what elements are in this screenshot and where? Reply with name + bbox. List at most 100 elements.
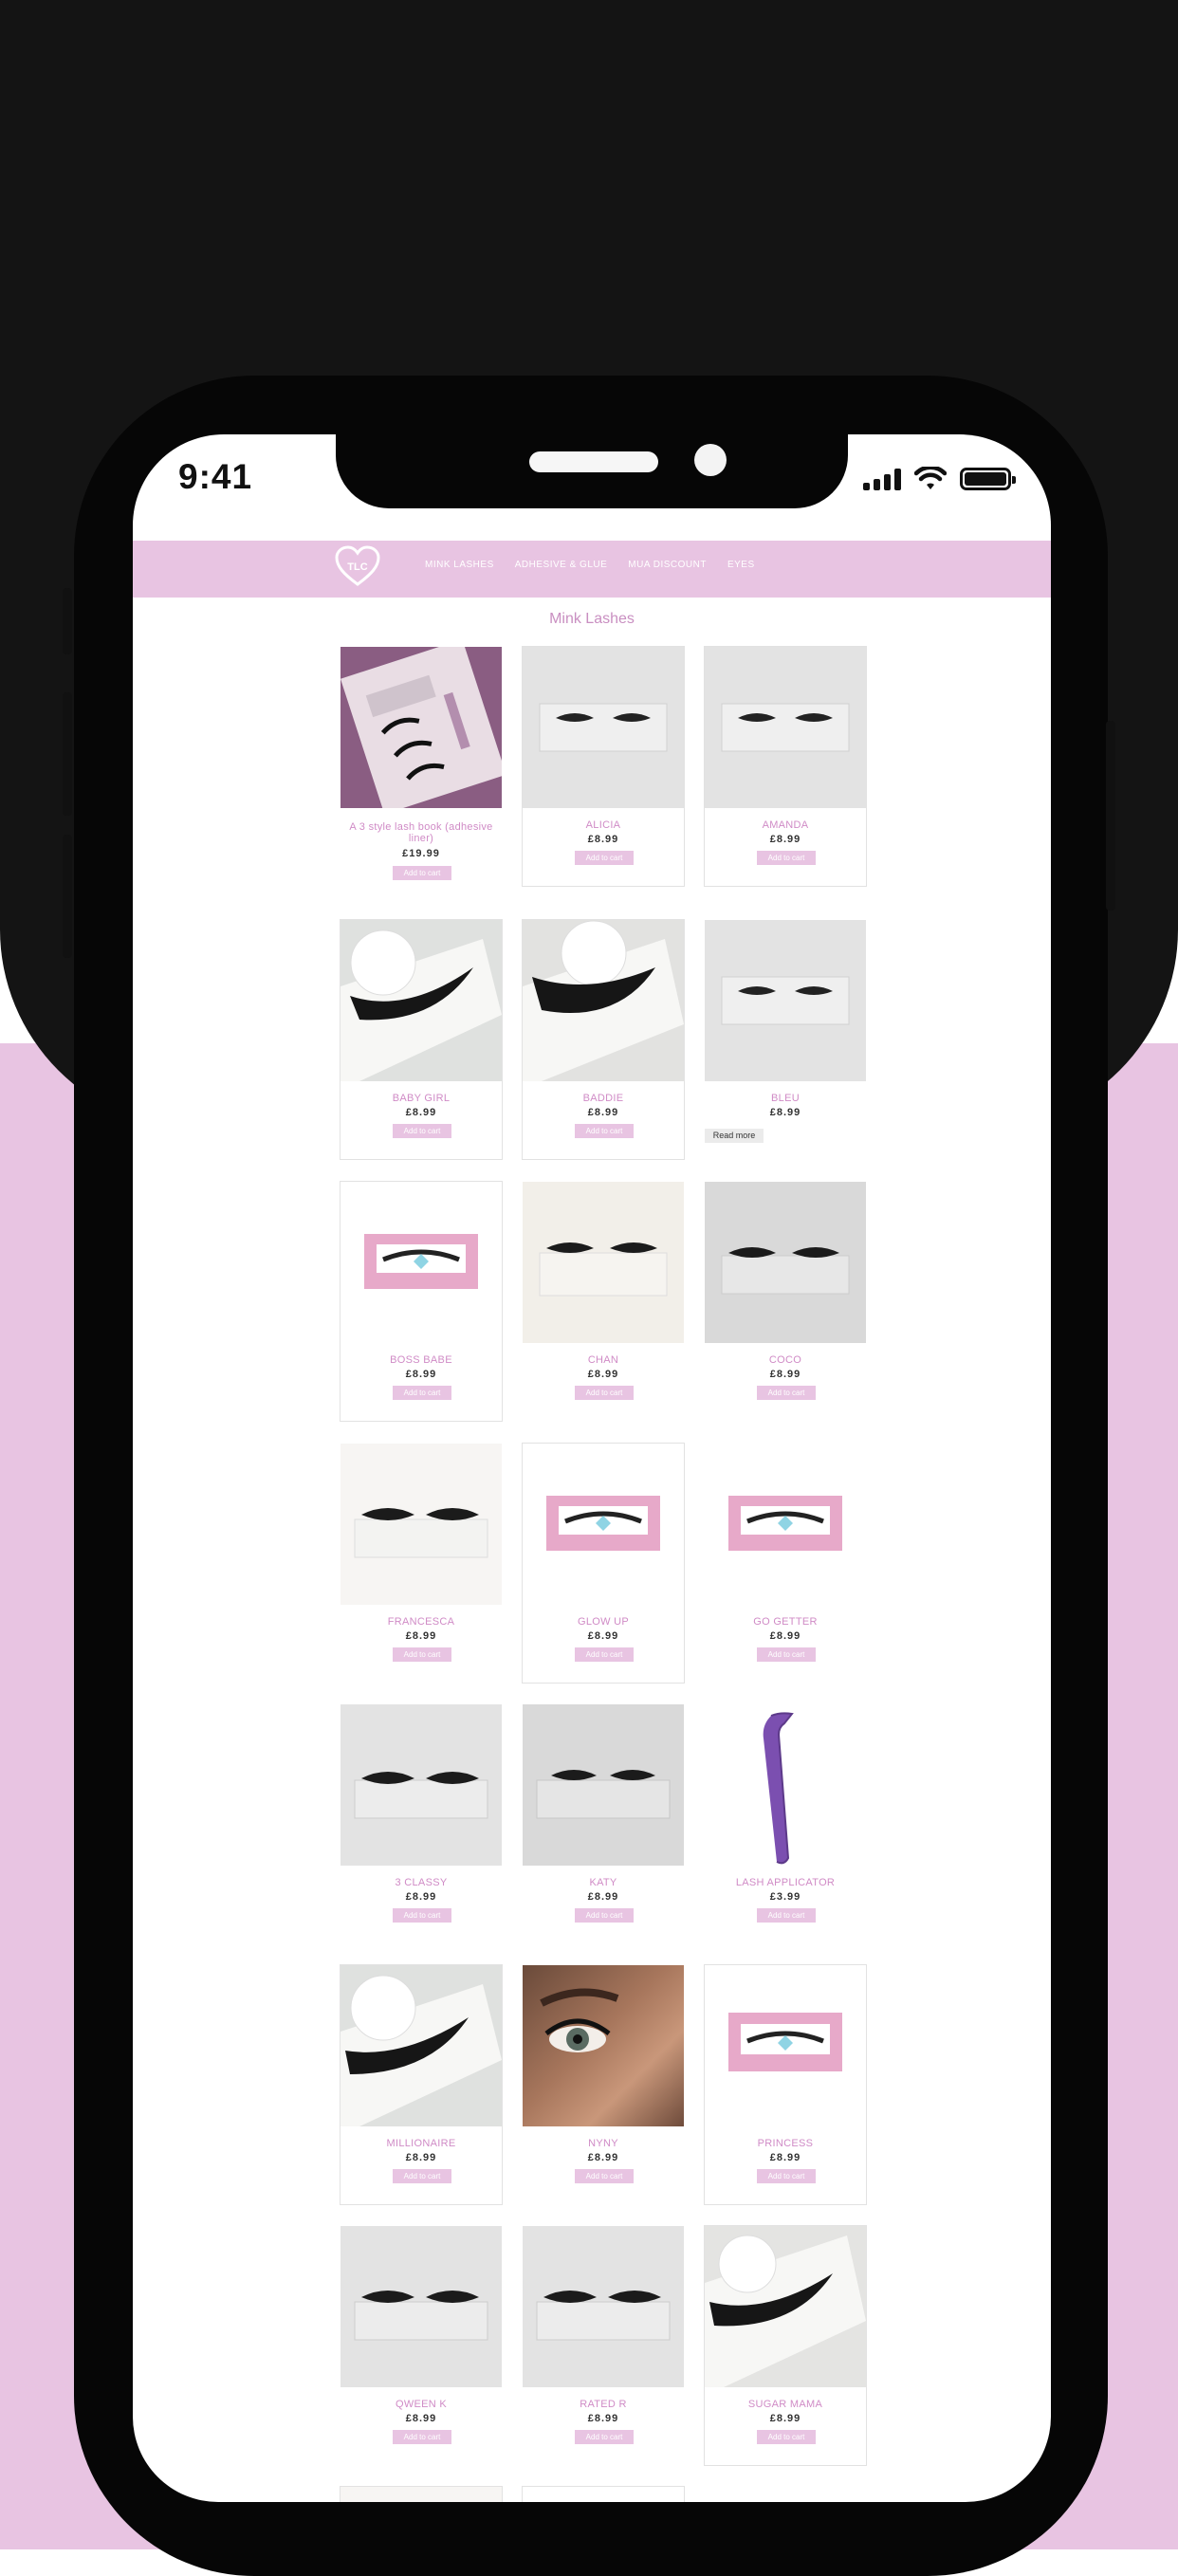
product-image[interactable] [523, 2226, 684, 2387]
add-to-cart-button[interactable]: Add to cart [575, 1386, 634, 1400]
add-to-cart-button[interactable]: Add to cart [393, 1908, 451, 1923]
nav-link-mink-lashes[interactable]: MINK LASHES [425, 560, 494, 570]
product-card[interactable]: MILLIONAIRE £8.99 Add to cart [340, 1964, 503, 2205]
add-to-cart-button[interactable]: Add to cart [575, 1908, 634, 1923]
product-card[interactable]: GLOW UP £8.99 Add to cart [522, 1443, 685, 1684]
add-to-cart-button[interactable]: Add to cart [393, 866, 451, 880]
product-price: £8.99 [405, 1107, 437, 1118]
add-to-cart-button[interactable]: Add to cart [575, 2169, 634, 2183]
product-card[interactable]: A 3 style lash book (adhesive liner) £19… [340, 646, 503, 892]
volume-up-button [63, 692, 72, 816]
product-name[interactable]: BOSS BABE [344, 1354, 498, 1366]
product-card[interactable]: RATED R £8.99 Add to cart [522, 2225, 685, 2466]
product-price: £8.99 [769, 2152, 801, 2163]
product-image[interactable] [705, 1444, 866, 1605]
product-name[interactable]: MILLIONAIRE [344, 2138, 498, 2149]
product-name[interactable]: FRANCESCA [344, 1616, 498, 1628]
product-image[interactable] [523, 2487, 684, 2502]
product-name[interactable]: ALICIA [526, 819, 680, 831]
product-image[interactable] [523, 1704, 684, 1866]
product-name[interactable]: 3 CLASSY [344, 1877, 498, 1888]
product-name[interactable]: BLEU [709, 1093, 862, 1104]
product-name[interactable]: QWEEN K [344, 2399, 498, 2410]
product-image[interactable] [341, 1965, 502, 2126]
product-card-partial[interactable] [522, 2486, 685, 2502]
product-card[interactable]: GO GETTER £8.99 Add to cart [704, 1443, 867, 1684]
product-image[interactable] [341, 1182, 502, 1343]
nav-link-eyes[interactable]: EYES [727, 560, 755, 570]
product-card[interactable]: COCO £8.99 Add to cart [704, 1181, 867, 1422]
read-more-button[interactable]: Read more [705, 1129, 764, 1143]
product-name[interactable]: CHAN [526, 1354, 680, 1366]
product-image[interactable] [523, 1444, 684, 1605]
product-image[interactable] [523, 1182, 684, 1343]
product-name[interactable]: BABY GIRL [344, 1093, 498, 1104]
product-image[interactable] [523, 920, 684, 1081]
product-card[interactable]: BOSS BABE £8.99 Add to cart [340, 1181, 503, 1422]
product-name[interactable]: GO GETTER [709, 1616, 862, 1628]
signal-icon [863, 468, 901, 490]
product-card-partial[interactable] [340, 2486, 503, 2502]
product-image[interactable] [523, 1965, 684, 2126]
product-image[interactable] [341, 2226, 502, 2387]
product-name[interactable]: LASH APPLICATOR [709, 1877, 862, 1888]
product-card[interactable]: CHAN £8.99 Add to cart [522, 1181, 685, 1422]
product-name[interactable]: COCO [709, 1354, 862, 1366]
product-name[interactable]: GLOW UP [526, 1616, 680, 1628]
product-name[interactable]: RATED R [526, 2399, 680, 2410]
product-image[interactable] [341, 2487, 502, 2502]
product-name[interactable]: PRINCESS [709, 2138, 862, 2149]
add-to-cart-button[interactable]: Add to cart [757, 1386, 816, 1400]
product-card[interactable]: BADDIE £8.99 Add to cart [522, 919, 685, 1160]
product-name[interactable]: KATY [526, 1877, 680, 1888]
add-to-cart-button[interactable]: Add to cart [393, 2169, 451, 2183]
product-name[interactable]: A 3 style lash book (adhesive liner) [344, 821, 498, 844]
add-to-cart-button[interactable]: Add to cart [575, 2430, 634, 2444]
add-to-cart-button[interactable]: Add to cart [393, 1647, 451, 1662]
nav-link-mua-discount[interactable]: MUA DISCOUNT [628, 560, 707, 570]
product-image[interactable] [341, 1704, 502, 1866]
product-image[interactable] [705, 2226, 866, 2387]
add-to-cart-button[interactable]: Add to cart [393, 2430, 451, 2444]
product-image[interactable] [341, 647, 502, 808]
add-to-cart-button[interactable]: Add to cart [757, 1908, 816, 1923]
product-image[interactable] [705, 647, 866, 808]
product-image[interactable] [705, 1704, 866, 1866]
product-price: £3.99 [769, 1891, 801, 1903]
product-price: £8.99 [769, 834, 801, 845]
product-card[interactable]: AMANDA £8.99 Add to cart [704, 646, 867, 887]
product-card[interactable]: FRANCESCA £8.99 Add to cart [340, 1443, 503, 1684]
product-name[interactable]: SUGAR MAMA [709, 2399, 862, 2410]
add-to-cart-button[interactable]: Add to cart [575, 1124, 634, 1138]
product-image[interactable] [705, 920, 866, 1081]
product-image[interactable] [341, 920, 502, 1081]
product-image[interactable] [523, 647, 684, 808]
product-card[interactable]: QWEEN K £8.99 Add to cart [340, 2225, 503, 2466]
product-image[interactable] [705, 1182, 866, 1343]
add-to-cart-button[interactable]: Add to cart [575, 1647, 634, 1662]
product-card[interactable]: 3 CLASSY £8.99 Add to cart [340, 1703, 503, 1944]
product-card[interactable]: ALICIA £8.99 Add to cart [522, 646, 685, 887]
add-to-cart-button[interactable]: Add to cart [757, 851, 816, 865]
product-name[interactable]: BADDIE [526, 1093, 680, 1104]
product-card[interactable]: PRINCESS £8.99 Add to cart [704, 1964, 867, 2205]
product-card[interactable]: BLEU £8.99 Read more [704, 919, 867, 1160]
add-to-cart-button[interactable]: Add to cart [757, 2430, 816, 2444]
product-card[interactable]: BABY GIRL £8.99 Add to cart [340, 919, 503, 1160]
product-image[interactable] [705, 1965, 866, 2126]
product-card[interactable]: LASH APPLICATOR £3.99 Add to cart [704, 1703, 867, 1944]
add-to-cart-button[interactable]: Add to cart [575, 851, 634, 865]
tlc-logo[interactable]: TLC [334, 544, 381, 593]
add-to-cart-button[interactable]: Add to cart [757, 1647, 816, 1662]
add-to-cart-button[interactable]: Add to cart [757, 2169, 816, 2183]
product-card[interactable]: NYNY £8.99 Add to cart [522, 1964, 685, 2205]
product-card[interactable]: SUGAR MAMA £8.99 Add to cart [704, 2225, 867, 2466]
product-name[interactable]: NYNY [526, 2138, 680, 2149]
add-to-cart-button[interactable]: Add to cart [393, 1386, 451, 1400]
product-card[interactable]: KATY £8.99 Add to cart [522, 1703, 685, 1944]
nav-link-adhesive-glue[interactable]: ADHESIVE & GLUE [515, 560, 608, 570]
product-name[interactable]: AMANDA [709, 819, 862, 831]
add-to-cart-button[interactable]: Add to cart [393, 1124, 451, 1138]
product-image[interactable] [341, 1444, 502, 1605]
product-price: £8.99 [405, 1891, 437, 1903]
